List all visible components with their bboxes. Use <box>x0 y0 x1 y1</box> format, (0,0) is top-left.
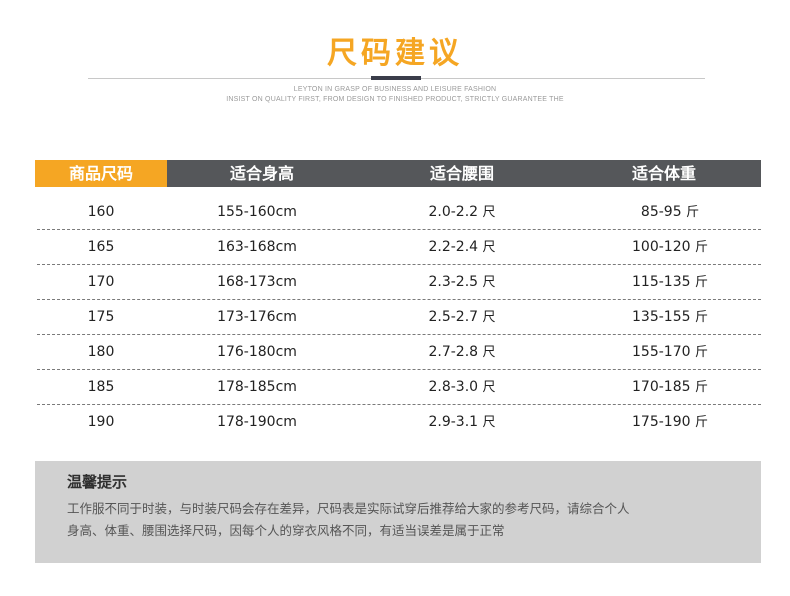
table-row: 170 168-173cm 2.3-2.5 尺 115-135 斤 <box>35 265 761 300</box>
waist-unit: 尺 <box>482 275 496 290</box>
waist-value: 2.7-2.8 <box>428 344 479 360</box>
size-cell: 180 <box>87 344 115 360</box>
size-cell: 170 <box>87 274 115 290</box>
waist-cell: 2.2-2.4 尺 <box>387 230 537 265</box>
height-cell: 173-176cm <box>217 309 297 325</box>
column-header-height: 适合身高 <box>229 164 294 183</box>
waist-cell: 2.0-2.2 尺 <box>387 195 537 230</box>
size-table-header: 商品尺码 适合身高 适合腰围 适合体重 <box>35 160 761 187</box>
waist-value: 2.3-2.5 <box>428 274 479 290</box>
waist-unit: 尺 <box>482 415 496 430</box>
height-cell: 168-173cm <box>217 274 297 290</box>
waist-value: 2.0-2.2 <box>428 204 479 220</box>
tagline-line-1: LEYTON IN GRASP OF BUSINESS AND LEISURE … <box>293 86 497 93</box>
height-cell: 178-190cm <box>217 414 297 430</box>
size-cell: 175 <box>87 309 115 325</box>
notice-line-1: 工作服不同于时装，与时装尺码会存在差异，尺码表是实际试穿后推荐给大家的参考尺码，… <box>67 501 630 516</box>
weight-unit: 斤 <box>686 205 700 220</box>
table-row: 160 155-160cm 2.0-2.2 尺 85-95 斤 <box>35 195 761 230</box>
weight-value: 85-95 <box>640 204 682 220</box>
weight-cell: 175-190 斤 <box>585 405 755 440</box>
waist-unit: 尺 <box>482 205 496 220</box>
table-row: 165 163-168cm 2.2-2.4 尺 100-120 斤 <box>35 230 761 265</box>
notice-title: 温馨提示 <box>67 473 128 491</box>
weight-cell: 170-185 斤 <box>585 370 755 405</box>
notice-line-2: 身高、体重、腰围选择尺码，因每个人的穿衣风格不同，有适当误差是属于正常 <box>67 523 505 538</box>
title-accent-bar <box>371 76 421 80</box>
waist-unit: 尺 <box>482 240 496 255</box>
table-row: 175 173-176cm 2.5-2.7 尺 135-155 斤 <box>35 300 761 335</box>
size-cell: 185 <box>87 379 115 395</box>
weight-value: 170-185 <box>632 379 691 395</box>
table-row: 180 176-180cm 2.7-2.8 尺 155-170 斤 <box>35 335 761 370</box>
weight-unit: 斤 <box>694 275 708 290</box>
weight-unit: 斤 <box>694 310 708 325</box>
waist-value: 2.2-2.4 <box>428 239 479 255</box>
waist-value: 2.5-2.7 <box>428 309 479 325</box>
size-cell: 160 <box>87 204 115 220</box>
column-header-weight: 适合体重 <box>631 164 696 183</box>
table-row: 185 178-185cm 2.8-3.0 尺 170-185 斤 <box>35 370 761 405</box>
weight-unit: 斤 <box>694 380 708 395</box>
waist-value: 2.9-3.1 <box>428 414 479 430</box>
weight-cell: 155-170 斤 <box>585 335 755 370</box>
weight-value: 115-135 <box>632 274 691 290</box>
waist-unit: 尺 <box>482 345 496 360</box>
waist-value: 2.8-3.0 <box>428 379 479 395</box>
waist-unit: 尺 <box>482 310 496 325</box>
weight-value: 175-190 <box>632 414 691 430</box>
weight-unit: 斤 <box>694 415 708 430</box>
weight-unit: 斤 <box>694 240 708 255</box>
notice-box: 温馨提示 工作服不同于时装，与时装尺码会存在差异，尺码表是实际试穿后推荐给大家的… <box>35 461 761 563</box>
waist-cell: 2.5-2.7 尺 <box>387 300 537 335</box>
size-cell: 190 <box>87 414 115 430</box>
height-cell: 155-160cm <box>217 204 297 220</box>
tagline-line-2: INSIST ON QUALITY FIRST, FROM DESIGN TO … <box>226 96 564 103</box>
weight-cell: 115-135 斤 <box>585 265 755 300</box>
column-header-size: 商品尺码 <box>35 160 167 187</box>
table-row: 190 178-190cm 2.9-3.1 尺 175-190 斤 <box>35 405 761 440</box>
column-header-waist: 适合腰围 <box>429 164 494 183</box>
weight-cell: 85-95 斤 <box>585 195 755 230</box>
weight-value: 135-155 <box>632 309 691 325</box>
page-title: 尺码建议 <box>327 36 463 71</box>
waist-cell: 2.3-2.5 尺 <box>387 265 537 300</box>
weight-unit: 斤 <box>694 345 708 360</box>
height-cell: 178-185cm <box>217 379 297 395</box>
waist-cell: 2.9-3.1 尺 <box>387 405 537 440</box>
size-cell: 165 <box>87 239 115 255</box>
waist-cell: 2.8-3.0 尺 <box>387 370 537 405</box>
weight-cell: 100-120 斤 <box>585 230 755 265</box>
waist-cell: 2.7-2.8 尺 <box>387 335 537 370</box>
height-cell: 163-168cm <box>217 239 297 255</box>
notice-text: 工作服不同于时装，与时装尺码会存在差异，尺码表是实际试穿后推荐给大家的参考尺码，… <box>67 498 737 542</box>
size-table-body: 160 155-160cm 2.0-2.2 尺 85-95 斤 165 163-… <box>35 195 761 440</box>
weight-cell: 135-155 斤 <box>585 300 755 335</box>
waist-unit: 尺 <box>482 380 496 395</box>
height-cell: 176-180cm <box>217 344 297 360</box>
weight-value: 100-120 <box>632 239 691 255</box>
weight-value: 155-170 <box>632 344 691 360</box>
